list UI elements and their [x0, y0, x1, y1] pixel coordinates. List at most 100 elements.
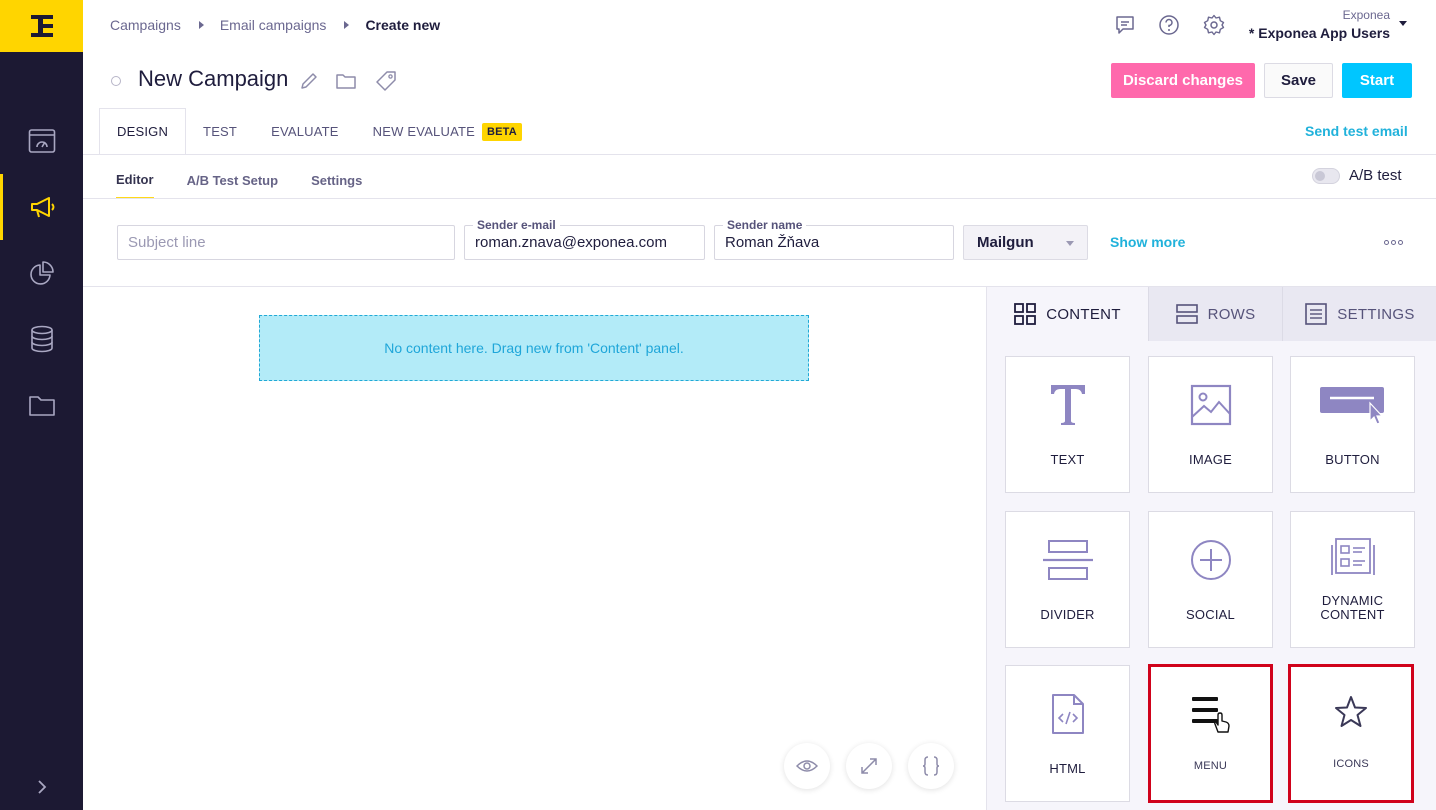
content-tile-label: DIVIDER: [1040, 607, 1095, 622]
breadcrumb-separator-icon: [198, 21, 204, 29]
content-tile-icons[interactable]: ICONS: [1288, 664, 1414, 803]
help-icon[interactable]: [1158, 14, 1180, 36]
account-caret-icon[interactable]: [1399, 21, 1407, 26]
send-test-email-link[interactable]: Send test email: [1305, 123, 1408, 139]
content-tile-button[interactable]: BUTTON: [1290, 356, 1415, 493]
sender-email-field[interactable]: Sender e-mail: [464, 218, 705, 260]
content-dropzone[interactable]: No content here. Drag new from 'Content'…: [259, 315, 809, 381]
content-tile-html[interactable]: HTML: [1005, 665, 1130, 802]
breadcrumb-email-campaigns[interactable]: Email campaigns: [220, 17, 327, 33]
content-tile-label: ICONS: [1333, 758, 1369, 770]
content-tile-label: MENU: [1193, 760, 1228, 772]
sidebar-item-data[interactable]: [0, 306, 83, 372]
dynamic-content-icon: [1330, 538, 1375, 575]
sidebar-item-analyses[interactable]: [0, 240, 83, 306]
sidebar: [0, 0, 83, 810]
panel-tab-content-label: CONTENT: [1046, 305, 1121, 323]
menu-icon: [1191, 697, 1230, 733]
tab-test[interactable]: TEST: [186, 108, 254, 155]
database-icon: [30, 325, 53, 353]
breadcrumb-campaigns[interactable]: Campaigns: [110, 17, 181, 33]
content-tile-label: BUTTON: [1325, 452, 1380, 467]
chevron-right-icon: [37, 780, 46, 794]
fullscreen-button[interactable]: [846, 743, 892, 789]
button-icon: [1319, 387, 1384, 425]
sender-name-label: Sender name: [723, 218, 807, 232]
subtab-editor[interactable]: Editor: [116, 162, 154, 199]
campaign-status-indicator: [111, 76, 121, 86]
sidebar-item-campaigns[interactable]: [0, 174, 83, 240]
dashboard-icon: [28, 129, 55, 153]
panel-tabs: CONTENT ROWS SETTINGS: [987, 287, 1436, 341]
rows-icon: [1175, 304, 1198, 324]
logo-icon: [30, 15, 53, 37]
more-options-icon[interactable]: [1384, 240, 1403, 245]
editor-subtabs: Editor A/B Test Setup Settings: [116, 162, 395, 199]
account-project: * Exponea App Users: [1248, 25, 1390, 41]
main-tabs: DESIGN TEST EVALUATE NEW EVALUATE BETA: [99, 108, 539, 155]
tag-icon[interactable]: [375, 70, 397, 92]
content-tile-label: SOCIAL: [1186, 607, 1235, 622]
sidebar-item-dashboards[interactable]: [0, 108, 83, 174]
grid-icon: [1014, 303, 1037, 325]
star-icon: [1335, 696, 1367, 727]
divider-icon: [1042, 540, 1093, 580]
settings-list-icon: [1305, 303, 1328, 325]
content-tile-label: DYNAMIC CONTENT: [1320, 593, 1385, 622]
folder-icon[interactable]: [335, 70, 357, 92]
ab-test-switch[interactable]: [1312, 167, 1340, 184]
content-tile-menu[interactable]: MENU: [1148, 664, 1273, 803]
discard-changes-button[interactable]: Discard changes: [1111, 63, 1255, 98]
subject-line-input[interactable]: [128, 234, 431, 251]
chat-icon[interactable]: [1114, 14, 1136, 36]
megaphone-icon: [31, 197, 55, 218]
email-provider-select[interactable]: Mailgun: [963, 225, 1088, 260]
content-tile-image[interactable]: IMAGE: [1148, 356, 1273, 493]
exponea-logo[interactable]: [0, 0, 83, 52]
tab-design[interactable]: DESIGN: [99, 108, 187, 155]
subject-line-field[interactable]: [117, 225, 455, 260]
breadcrumb-separator-icon: [344, 21, 350, 29]
beta-badge: BETA: [482, 122, 522, 141]
save-button[interactable]: Save: [1264, 63, 1333, 98]
tab-new-evaluate-label: NEW EVALUATE: [372, 124, 475, 139]
sidebar-expand-button[interactable]: [0, 772, 83, 802]
preview-button[interactable]: [784, 743, 830, 789]
content-tile-label: IMAGE: [1189, 452, 1232, 467]
sender-email-label: Sender e-mail: [473, 218, 560, 232]
subtab-settings[interactable]: Settings: [311, 162, 362, 199]
pencil-icon[interactable]: [298, 70, 320, 92]
content-tile-label: TEXT: [1050, 452, 1085, 467]
account-org: Exponea: [1342, 8, 1390, 22]
panel-tab-settings-label: SETTINGS: [1337, 305, 1415, 323]
sender-email-input[interactable]: [475, 234, 691, 251]
sender-name-input[interactable]: [725, 234, 940, 251]
tab-evaluate[interactable]: EVALUATE: [254, 108, 356, 155]
sender-name-field[interactable]: Sender name: [714, 218, 954, 260]
social-icon: [1190, 540, 1231, 580]
panel-tab-rows-label: ROWS: [1207, 305, 1256, 323]
content-tile-label: HTML: [1049, 761, 1086, 776]
account-switcher[interactable]: Exponea * Exponea App Users: [1249, 8, 1390, 41]
folder-icon: [28, 396, 55, 416]
start-button[interactable]: Start: [1342, 63, 1412, 98]
content-tile-text[interactable]: TEXT: [1005, 356, 1130, 493]
breadcrumb-current: Create new: [365, 17, 441, 33]
pie-chart-icon: [29, 261, 54, 285]
code-view-button[interactable]: [908, 743, 954, 789]
content-panel: CONTENT ROWS SETTINGS TEXT IMAGE BUTTON …: [986, 287, 1436, 810]
show-more-link[interactable]: Show more: [1110, 234, 1185, 250]
panel-tab-content[interactable]: CONTENT: [987, 287, 1149, 341]
html-icon: [1051, 694, 1084, 734]
content-tile-social[interactable]: SOCIAL: [1148, 511, 1273, 648]
content-tile-dynamic-content[interactable]: DYNAMIC CONTENT: [1290, 511, 1415, 648]
subtab-ab-test-setup[interactable]: A/B Test Setup: [187, 162, 279, 199]
tab-new-evaluate[interactable]: NEW EVALUATE BETA: [356, 108, 539, 155]
gear-icon[interactable]: [1203, 14, 1225, 36]
sidebar-item-assets[interactable]: [0, 372, 83, 438]
panel-tab-settings[interactable]: SETTINGS: [1283, 287, 1436, 341]
ab-test-toggle[interactable]: A/B test: [1312, 167, 1402, 184]
panel-tab-rows[interactable]: ROWS: [1149, 287, 1283, 341]
content-tile-divider[interactable]: DIVIDER: [1005, 511, 1130, 648]
eye-icon: [796, 760, 818, 772]
